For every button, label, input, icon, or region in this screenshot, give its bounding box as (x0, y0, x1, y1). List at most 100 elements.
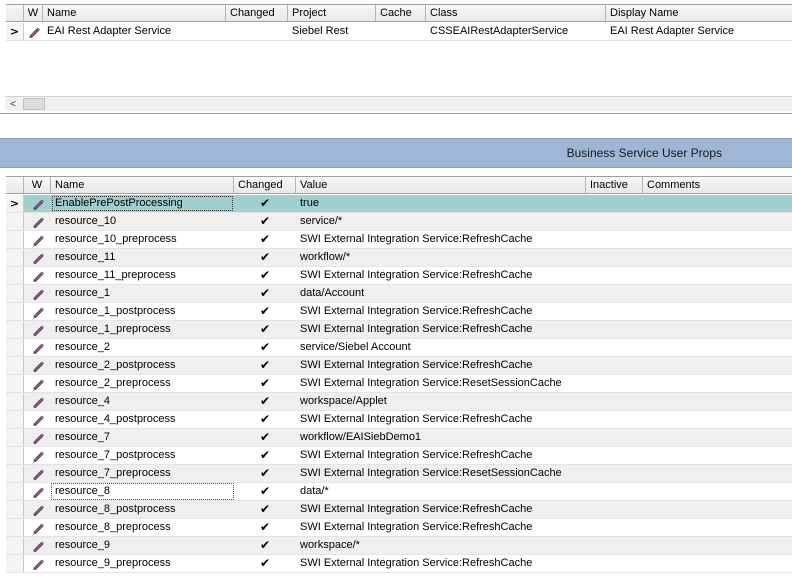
user-prop-value[interactable]: SWI External Integration Service:Refresh… (296, 303, 586, 320)
user-prop-name[interactable]: resource_9 (51, 537, 234, 554)
user-prop-row[interactable]: resource_1_postprocess ✔ SWI External Inte… (6, 303, 792, 321)
business-service-display-name[interactable]: EAI Rest Adapter Service (606, 23, 792, 40)
user-prop-inactive[interactable] (586, 231, 643, 248)
row-selector[interactable] (6, 285, 24, 302)
user-prop-comments[interactable] (643, 285, 792, 302)
user-prop-name[interactable]: resource_11 (51, 249, 234, 266)
user-prop-name[interactable]: resource_11_preprocess (51, 267, 234, 284)
user-prop-comments[interactable] (643, 339, 792, 356)
user-prop-value[interactable]: SWI External Integration Service:Refresh… (296, 447, 586, 464)
user-prop-comments[interactable] (643, 375, 792, 392)
user-prop-comments[interactable] (643, 303, 792, 320)
user-prop-comments[interactable] (643, 483, 792, 500)
user-prop-inactive[interactable] (586, 249, 643, 266)
user-prop-name[interactable]: resource_4_postprocess (51, 411, 234, 428)
user-prop-name[interactable]: resource_7 (51, 429, 234, 446)
column-header-project[interactable]: Project (288, 5, 376, 21)
user-prop-inactive[interactable] (586, 321, 643, 338)
user-prop-value[interactable]: SWI External Integration Service:Refresh… (296, 267, 586, 284)
user-prop-value[interactable]: service/Siebel Account (296, 339, 586, 356)
user-prop-inactive[interactable] (586, 555, 643, 572)
user-prop-name[interactable]: resource_9_preprocess (51, 555, 234, 572)
user-prop-inactive[interactable] (586, 285, 643, 302)
row-selector[interactable] (6, 339, 24, 356)
current-record-arrow-icon[interactable]: > (6, 195, 24, 212)
user-prop-name[interactable]: resource_7_postprocess (51, 447, 234, 464)
row-selector[interactable] (6, 393, 24, 410)
user-prop-value[interactable]: service/* (296, 213, 586, 230)
user-prop-row[interactable]: resource_11 ✔ workflow/* (6, 249, 792, 267)
business-service-class[interactable]: CSSEAIRestAdapterService (426, 23, 606, 40)
user-prop-name[interactable]: resource_7_preprocess (51, 465, 234, 482)
user-prop-inactive[interactable] (586, 429, 643, 446)
user-prop-value[interactable]: SWI External Integration Service:Refresh… (296, 231, 586, 248)
column-header-comments[interactable]: Comments (643, 177, 792, 193)
user-prop-row[interactable]: resource_4 ✔ workspace/Applet (6, 393, 792, 411)
row-selector[interactable] (6, 267, 24, 284)
user-prop-row[interactable]: resource_4_postprocess ✔ SWI External Inte… (6, 411, 792, 429)
user-prop-comments[interactable] (643, 357, 792, 374)
row-selector[interactable] (6, 213, 24, 230)
user-prop-inactive[interactable] (586, 195, 643, 212)
column-header-w[interactable]: W (24, 177, 51, 193)
user-prop-name[interactable]: resource_1_postprocess (51, 303, 234, 320)
user-prop-value[interactable]: SWI External Integration Service:Refresh… (296, 357, 586, 374)
user-prop-row[interactable]: resource_2_postprocess ✔ SWI External Inte… (6, 357, 792, 375)
user-prop-value[interactable]: SWI External Integration Service:ResetSe… (296, 375, 586, 392)
user-prop-row[interactable]: resource_2_preprocess ✔ SWI External Integ… (6, 375, 792, 393)
user-prop-name[interactable]: resource_1_preprocess (51, 321, 234, 338)
user-prop-name[interactable]: resource_10_preprocess (51, 231, 234, 248)
user-prop-comments[interactable] (643, 465, 792, 482)
user-prop-inactive[interactable] (586, 519, 643, 536)
user-prop-comments[interactable] (643, 411, 792, 428)
business-service-row[interactable]: > EAI Rest Adapter Service Siebel Rest C… (6, 23, 792, 41)
scroll-left-icon[interactable]: < (5, 97, 21, 111)
user-prop-name[interactable]: resource_8_postprocess (51, 501, 234, 518)
user-prop-comments[interactable] (643, 429, 792, 446)
user-prop-name[interactable]: resource_2 (51, 339, 234, 356)
user-prop-inactive[interactable] (586, 375, 643, 392)
user-prop-value[interactable]: data/Account (296, 285, 586, 302)
row-selector[interactable] (6, 231, 24, 248)
user-prop-row[interactable]: resource_7 ✔ workflow/EAISiebDemo1 (6, 429, 792, 447)
user-prop-name[interactable]: resource_8_preprocess (51, 519, 234, 536)
user-prop-name[interactable]: EnablePrePostProcessing (51, 195, 234, 212)
user-prop-comments[interactable] (643, 249, 792, 266)
user-prop-row[interactable]: resource_8_preprocess ✔ SWI External Integ… (6, 519, 792, 537)
user-prop-row[interactable]: > EnablePrePostProcessing ✔ true (6, 195, 792, 213)
column-header-class[interactable]: Class (426, 5, 606, 21)
row-selector[interactable] (6, 429, 24, 446)
user-prop-comments[interactable] (643, 213, 792, 230)
row-selector[interactable] (6, 375, 24, 392)
user-prop-inactive[interactable] (586, 501, 643, 518)
user-prop-value[interactable]: workspace/Applet (296, 393, 586, 410)
user-prop-row[interactable]: resource_8 ✔ data/* (6, 483, 792, 501)
row-selector[interactable] (6, 303, 24, 320)
user-prop-row[interactable]: resource_7_preprocess ✔ SWI External Integ… (6, 465, 792, 483)
user-prop-inactive[interactable] (586, 537, 643, 554)
user-prop-name[interactable]: resource_1 (51, 285, 234, 302)
user-prop-value[interactable]: workflow/* (296, 249, 586, 266)
column-header-display-name[interactable]: Display Name (606, 5, 792, 21)
user-prop-inactive[interactable] (586, 339, 643, 356)
user-prop-value[interactable]: SWI External Integration Service:Refresh… (296, 411, 586, 428)
row-selector[interactable] (6, 519, 24, 536)
row-selector[interactable] (6, 447, 24, 464)
row-selector[interactable] (6, 411, 24, 428)
user-prop-inactive[interactable] (586, 267, 643, 284)
user-prop-inactive[interactable] (586, 357, 643, 374)
row-selector[interactable] (6, 249, 24, 266)
user-prop-inactive[interactable] (586, 411, 643, 428)
user-prop-name[interactable]: resource_2_preprocess (51, 375, 234, 392)
user-prop-name[interactable]: resource_4 (51, 393, 234, 410)
column-header-cache[interactable]: Cache (376, 5, 426, 21)
user-prop-comments[interactable] (643, 267, 792, 284)
column-header-changed[interactable]: Changed (226, 5, 288, 21)
business-service-name[interactable]: EAI Rest Adapter Service (43, 23, 226, 40)
user-prop-row[interactable]: resource_7_postprocess ✔ SWI External Inte… (6, 447, 792, 465)
user-prop-row[interactable]: resource_9_preprocess ✔ SWI External Integ… (6, 555, 792, 573)
user-prop-comments[interactable] (643, 231, 792, 248)
user-prop-inactive[interactable] (586, 303, 643, 320)
user-prop-comments[interactable] (643, 321, 792, 338)
user-prop-row[interactable]: resource_11_preprocess ✔ SWI External Inte… (6, 267, 792, 285)
